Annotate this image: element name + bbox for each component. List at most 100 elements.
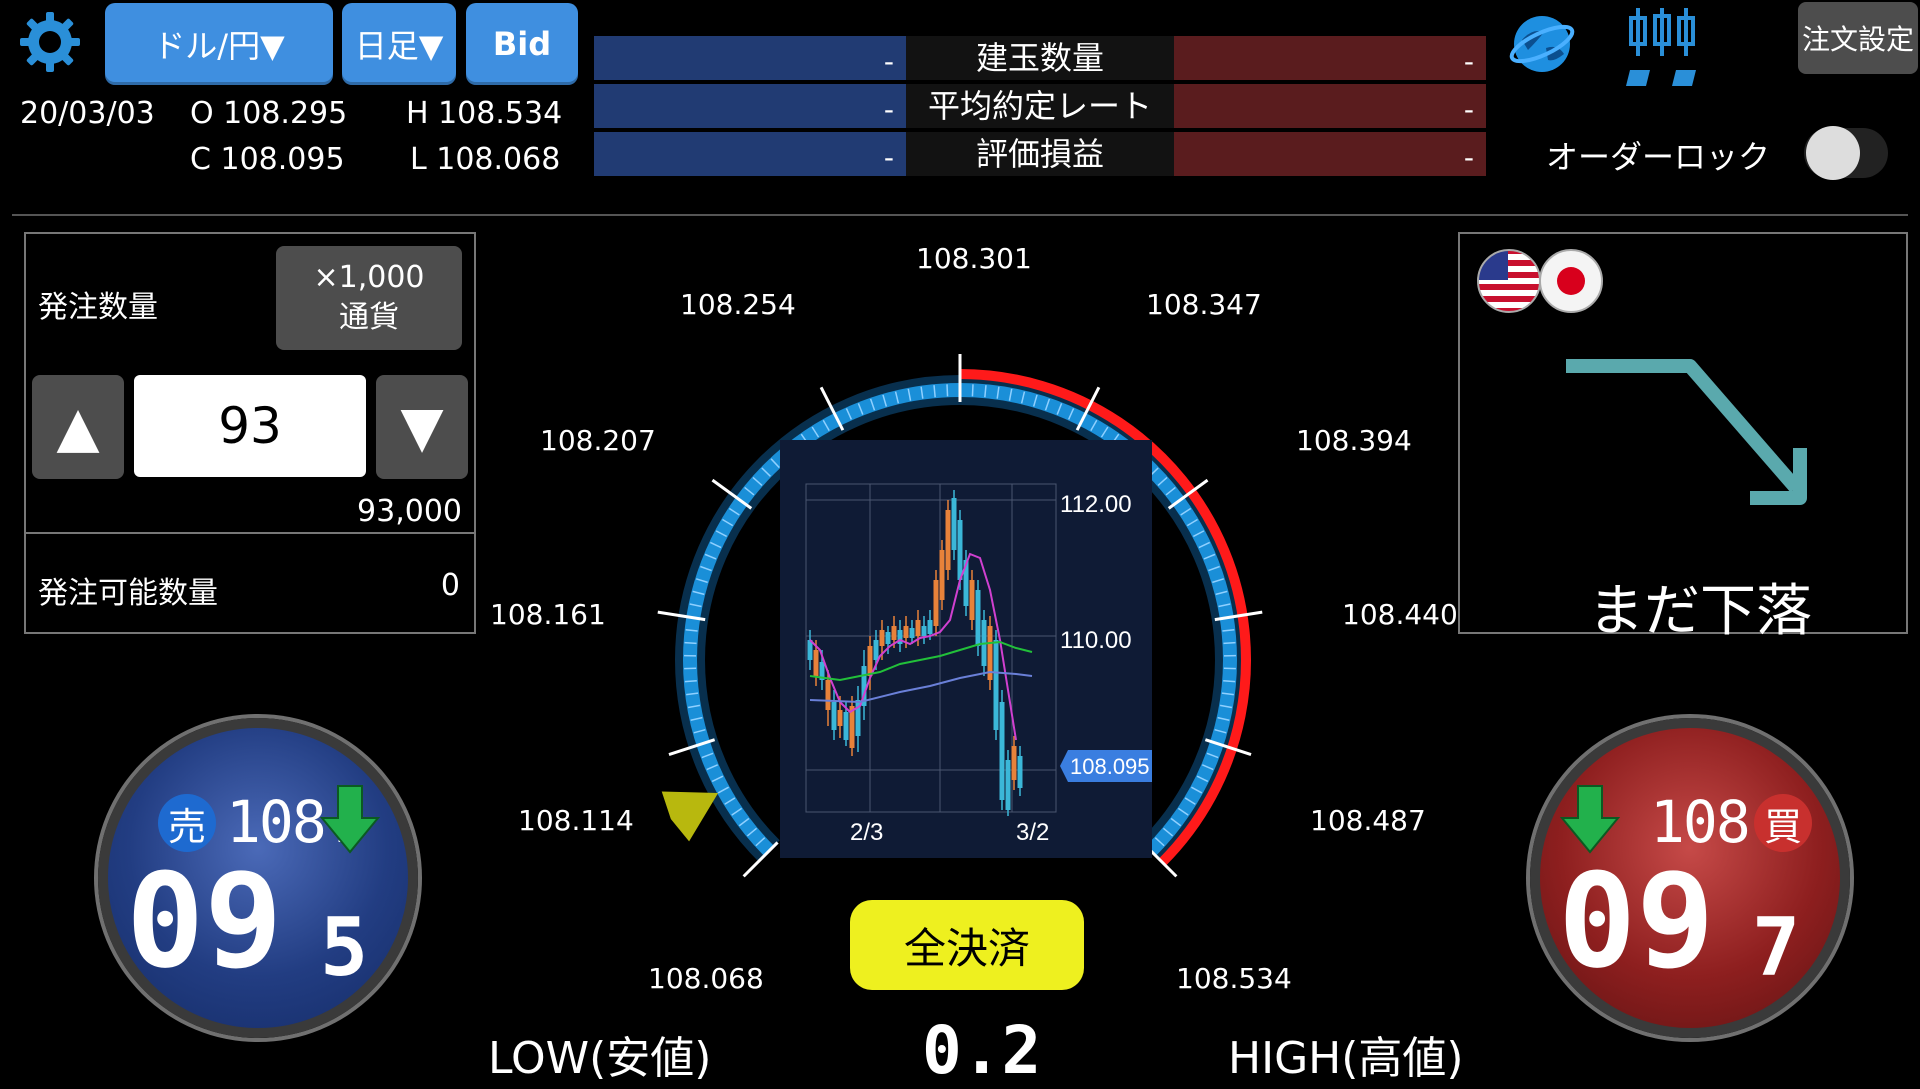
available-quantity-label: 発注可能数量: [38, 568, 218, 612]
sell-avg-rate: -: [594, 84, 906, 128]
candle-body: [940, 550, 945, 600]
gauge-tick-label: 108.347: [1146, 288, 1262, 321]
spread-value: 0.2: [922, 1012, 1041, 1089]
candle-body: [922, 626, 927, 636]
gauge-minor-tick: [1223, 681, 1235, 682]
currency-pair-dropdown[interactable]: ドル/円▼: [105, 3, 333, 85]
ohlc-date: 20/03/03: [20, 96, 155, 131]
gauge-tick-label: 108.534: [1176, 962, 1292, 995]
quantity-down-button[interactable]: ▼: [376, 375, 468, 479]
buy-position-quantity: -: [1174, 36, 1486, 80]
price-type-button[interactable]: Bid: [466, 3, 578, 85]
sell-position-quantity: -: [594, 36, 906, 80]
current-price-pointer: [662, 792, 718, 842]
candle-body: [838, 710, 843, 726]
quantity-input[interactable]: 93: [134, 375, 366, 477]
close-all-button[interactable]: 全決済: [850, 900, 1084, 990]
order-settings-button[interactable]: 注文設定: [1798, 2, 1918, 74]
candlestick-chart-icon[interactable]: [1626, 6, 1698, 86]
candle-body: [832, 702, 837, 730]
sell-button[interactable]: 売 108. 09 5: [98, 718, 418, 1038]
ohlc-low: L 108.068: [410, 142, 560, 177]
candle-body: [826, 680, 831, 710]
candle-body: [928, 620, 933, 634]
candle-body: [868, 646, 873, 676]
gauge-minor-tick: [685, 643, 697, 644]
candle-body: [934, 580, 939, 626]
timeframe-dropdown[interactable]: 日足▼: [342, 3, 456, 85]
buy-pnl: -: [1174, 132, 1486, 176]
gauge-tick-label: 108.114: [518, 804, 634, 837]
order-lock-toggle[interactable]: [1804, 128, 1888, 178]
toggle-knob: [1806, 126, 1860, 180]
candle-body: [814, 650, 819, 676]
buy-arrow-down-icon: [1560, 784, 1620, 854]
order-quantity-label: 発注数量: [38, 282, 158, 326]
mini-candlestick-chart[interactable]: 112.00 110.00 2/3 3/2 108.095: [780, 440, 1152, 858]
candle-body: [976, 590, 981, 646]
candle-body: [844, 712, 849, 740]
unit-multiplier: ×1,000: [313, 258, 424, 298]
candle-body: [886, 632, 891, 644]
candle-body: [1000, 702, 1005, 800]
current-price-label: 108.095: [1070, 754, 1150, 779]
ohlc-open: O 108.295: [190, 96, 347, 131]
sell-badge: 売: [158, 794, 216, 852]
gauge-minor-tick: [972, 384, 973, 396]
chart-x-label: 2/3: [850, 819, 883, 846]
chart-y-label: 110.00: [1060, 627, 1132, 654]
order-lock-label: オーダーロック: [1546, 132, 1770, 178]
buy-price-small: 7: [1752, 908, 1800, 988]
quantity-unit-button[interactable]: ×1,000 通貨: [276, 246, 462, 350]
candle-body: [874, 640, 879, 660]
quantity-total: 93,000: [357, 494, 462, 529]
candle-body: [904, 626, 909, 638]
globe-icon[interactable]: [1508, 10, 1576, 78]
sell-price-small: 5: [320, 908, 368, 988]
forecast-text: まだ下落: [1588, 566, 1812, 647]
sell-arrow-down-icon: [320, 784, 380, 854]
us-flag-icon: [1476, 248, 1542, 314]
candle-body: [1006, 760, 1011, 810]
candle-body: [970, 580, 975, 620]
buy-button[interactable]: 108. 買 09 7: [1530, 718, 1850, 1038]
gauge-tick-label: 108.301: [916, 242, 1032, 275]
candle-body: [1018, 756, 1023, 788]
position-row-quantity: - 建玉数量 -: [594, 36, 1486, 80]
candle-body: [946, 510, 951, 570]
position-row-label: 評価損益: [906, 132, 1174, 176]
gauge-minor-tick: [685, 681, 697, 682]
japan-flag-icon: [1538, 248, 1604, 314]
low-label: LOW(安値): [488, 1022, 711, 1086]
gauge-minor-tick: [1223, 643, 1235, 644]
quantity-up-button[interactable]: ▲: [32, 375, 124, 479]
gauge-tick-label: 108.161: [490, 598, 606, 631]
unit-currency: 通貨: [339, 298, 399, 338]
gauge-tick-label: 108.440: [1342, 598, 1458, 631]
candle-body: [952, 498, 957, 550]
candle-body: [910, 628, 915, 638]
buy-avg-rate: -: [1174, 84, 1486, 128]
candle-body: [892, 626, 897, 640]
buy-badge: 買: [1754, 794, 1812, 852]
gauge-tick-label: 108.487: [1310, 804, 1426, 837]
settings-gear-icon[interactable]: [18, 10, 82, 74]
gauge-tick-label: 108.207: [540, 424, 656, 457]
position-row-label: 建玉数量: [906, 36, 1174, 80]
downtrend-arrow-icon: [1560, 350, 1810, 510]
gauge-tick-label: 108.394: [1296, 424, 1412, 457]
sell-price-big: 09: [126, 856, 283, 986]
candle-body: [1012, 746, 1017, 780]
chart-y-label: 112.00: [1060, 491, 1132, 518]
gauge-minor-tick: [947, 384, 948, 396]
candle-body: [916, 620, 921, 636]
position-row-avg-rate: - 平均約定レート -: [594, 84, 1486, 128]
position-row-pnl: - 評価損益 -: [594, 132, 1486, 176]
candle-body: [880, 630, 885, 646]
buy-price-big: 09: [1558, 856, 1715, 986]
ohlc-close: C 108.095: [190, 142, 345, 177]
chart-x-label: 3/2: [1016, 819, 1049, 846]
gauge-tick-label: 108.068: [648, 962, 764, 995]
sell-pnl: -: [594, 132, 906, 176]
high-label: HIGH(高値): [1228, 1022, 1464, 1086]
